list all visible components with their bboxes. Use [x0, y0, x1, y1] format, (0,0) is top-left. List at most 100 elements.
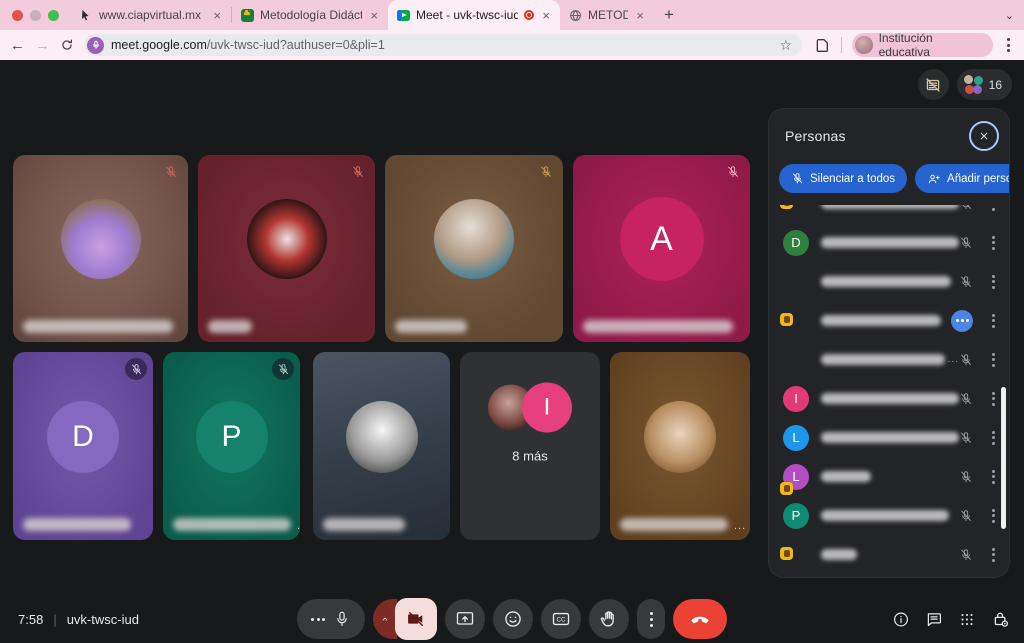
- browser-toolbar: ← → meet.google.com/uvk-twsc-iud?authuse…: [0, 30, 1024, 60]
- participant-row[interactable]: L: [769, 457, 1009, 496]
- participant-row[interactable]: P: [769, 496, 1009, 535]
- raise-hand-icon: [599, 609, 619, 629]
- tab-recording-indicator-icon: [524, 10, 534, 20]
- participant-name-redacted: [821, 471, 871, 482]
- video-tile[interactable]: [313, 352, 450, 540]
- camera-button-group: [373, 598, 437, 640]
- participant-row[interactable]: D: [769, 223, 1009, 262]
- chevron-down-icon[interactable]: ⌄: [1005, 9, 1014, 22]
- end-call-button[interactable]: [673, 599, 727, 639]
- mute-all-button[interactable]: Silenciar a todos: [779, 164, 907, 193]
- participant-menu-icon[interactable]: [990, 429, 997, 447]
- participant-row[interactable]: [769, 205, 1009, 223]
- participant-menu-icon[interactable]: [990, 205, 997, 213]
- host-controls-button[interactable]: [991, 610, 1010, 629]
- globe-icon: [568, 8, 582, 22]
- window-zoom-button[interactable]: [48, 10, 59, 21]
- present-button[interactable]: [445, 599, 485, 639]
- window-close-button[interactable]: [12, 10, 23, 21]
- video-tile[interactable]: P ...: [163, 352, 300, 540]
- lock-icon: [991, 610, 1010, 629]
- captions-button[interactable]: CC: [541, 599, 581, 639]
- participant-name-redacted: [620, 518, 728, 531]
- bookmark-star-icon[interactable]: ☆: [780, 37, 793, 54]
- reload-button[interactable]: [60, 38, 74, 52]
- mic-off-icon: [349, 163, 367, 181]
- back-button[interactable]: ←: [10, 38, 25, 53]
- overflow-tile[interactable]: I 8 más: [460, 352, 600, 540]
- present-screen-icon: [455, 609, 475, 629]
- mic-options-icon[interactable]: [311, 618, 325, 621]
- classroom-icon: [240, 8, 254, 22]
- close-panel-button[interactable]: ×: [969, 121, 999, 151]
- participant-menu-icon[interactable]: [990, 390, 997, 408]
- video-tile[interactable]: D: [13, 352, 153, 540]
- people-panel: Personas × Silenciar a todos Añadir pers…: [768, 108, 1010, 578]
- tab-title: www.ciapvirtual.mx: [99, 8, 205, 22]
- url-text: meet.google.com/uvk-twsc-iud?authuser=0&…: [111, 38, 773, 52]
- participant-menu-icon[interactable]: [990, 312, 997, 330]
- tab-metodologia-2[interactable]: METODOLOGÃ_A DIDÃ_CTIC ×: [560, 0, 654, 30]
- mic-off-icon: [162, 163, 180, 181]
- url-path: /uvk-twsc-iud?authuser=0&pli=1: [207, 38, 385, 52]
- panel-scrollbar[interactable]: [1001, 387, 1006, 529]
- participant-menu-icon[interactable]: [990, 546, 997, 564]
- participant-menu-icon[interactable]: [990, 234, 997, 252]
- forward-button[interactable]: →: [35, 38, 50, 53]
- more-options-icon: [648, 610, 655, 629]
- address-bar[interactable]: meet.google.com/uvk-twsc-iud?authuser=0&…: [84, 34, 802, 56]
- participant-row[interactable]: L: [769, 418, 1009, 457]
- site-mic-permission-icon[interactable]: [87, 37, 104, 54]
- chat-button[interactable]: [925, 610, 943, 628]
- participant-menu-icon[interactable]: [990, 351, 997, 369]
- tab-close-icon[interactable]: ×: [540, 8, 552, 23]
- tab-close-icon[interactable]: ×: [368, 8, 380, 23]
- mic-off-icon: [959, 392, 973, 406]
- tab-metodologia-didactica[interactable]: Metodología Didáctica. Secci ×: [232, 0, 388, 30]
- close-icon: ×: [980, 128, 989, 145]
- tab-meet-active[interactable]: Meet - uvk-twsc-iud ×: [388, 0, 560, 30]
- participant-name-redacted: [173, 518, 291, 531]
- participant-menu-icon[interactable]: [990, 468, 997, 486]
- meeting-header-controls: 16: [918, 69, 1012, 100]
- layout-disabled-button[interactable]: [918, 69, 949, 100]
- more-options-button[interactable]: [637, 599, 665, 639]
- camera-off-button[interactable]: [395, 598, 437, 640]
- reactions-button[interactable]: [493, 599, 533, 639]
- mic-off-icon: [959, 470, 973, 484]
- participant-name-redacted: [821, 276, 951, 287]
- participant-menu-icon[interactable]: [990, 507, 997, 525]
- video-tile[interactable]: [198, 155, 375, 342]
- participant-row[interactable]: ...: [769, 340, 1009, 379]
- mic-off-icon: [959, 431, 973, 445]
- participants-count-button[interactable]: 16: [957, 69, 1012, 100]
- browser-extension-icon[interactable]: [812, 35, 831, 55]
- meeting-meta: 7:58 | uvk-twsc-iud: [18, 612, 139, 627]
- window-minimize-button[interactable]: [30, 10, 41, 21]
- video-tile[interactable]: ...: [610, 352, 750, 540]
- mic-button[interactable]: [297, 599, 365, 639]
- raise-hand-button[interactable]: [589, 599, 629, 639]
- participant-menu-icon[interactable]: [990, 273, 997, 291]
- tab-title: METODOLOGÃ_A DIDÃ_CTIC: [588, 8, 628, 22]
- participant-name-redacted: [23, 320, 173, 333]
- profile-chip[interactable]: Institución educativa: [852, 33, 993, 57]
- browser-menu-icon[interactable]: [1003, 38, 1014, 52]
- video-tile[interactable]: [13, 155, 188, 342]
- participant-row[interactable]: [769, 535, 1009, 569]
- meeting-details-button[interactable]: [892, 610, 910, 628]
- window-controls: [0, 10, 71, 21]
- new-tab-button[interactable]: +: [654, 1, 684, 29]
- activities-button[interactable]: [958, 610, 976, 628]
- add-people-button[interactable]: Añadir personas: [915, 164, 1010, 193]
- video-tile[interactable]: [385, 155, 563, 342]
- tab-close-icon[interactable]: ×: [634, 8, 646, 23]
- tab-close-icon[interactable]: ×: [211, 8, 223, 23]
- participant-row[interactable]: I: [769, 379, 1009, 418]
- participants-avatars-icon: [964, 75, 983, 94]
- participant-row[interactable]: [769, 262, 1009, 301]
- video-tile[interactable]: A: [573, 155, 750, 342]
- tab-ciapvirtual[interactable]: www.ciapvirtual.mx ×: [71, 0, 231, 30]
- participant-row[interactable]: [769, 301, 1009, 340]
- camera-options-button[interactable]: [373, 599, 397, 639]
